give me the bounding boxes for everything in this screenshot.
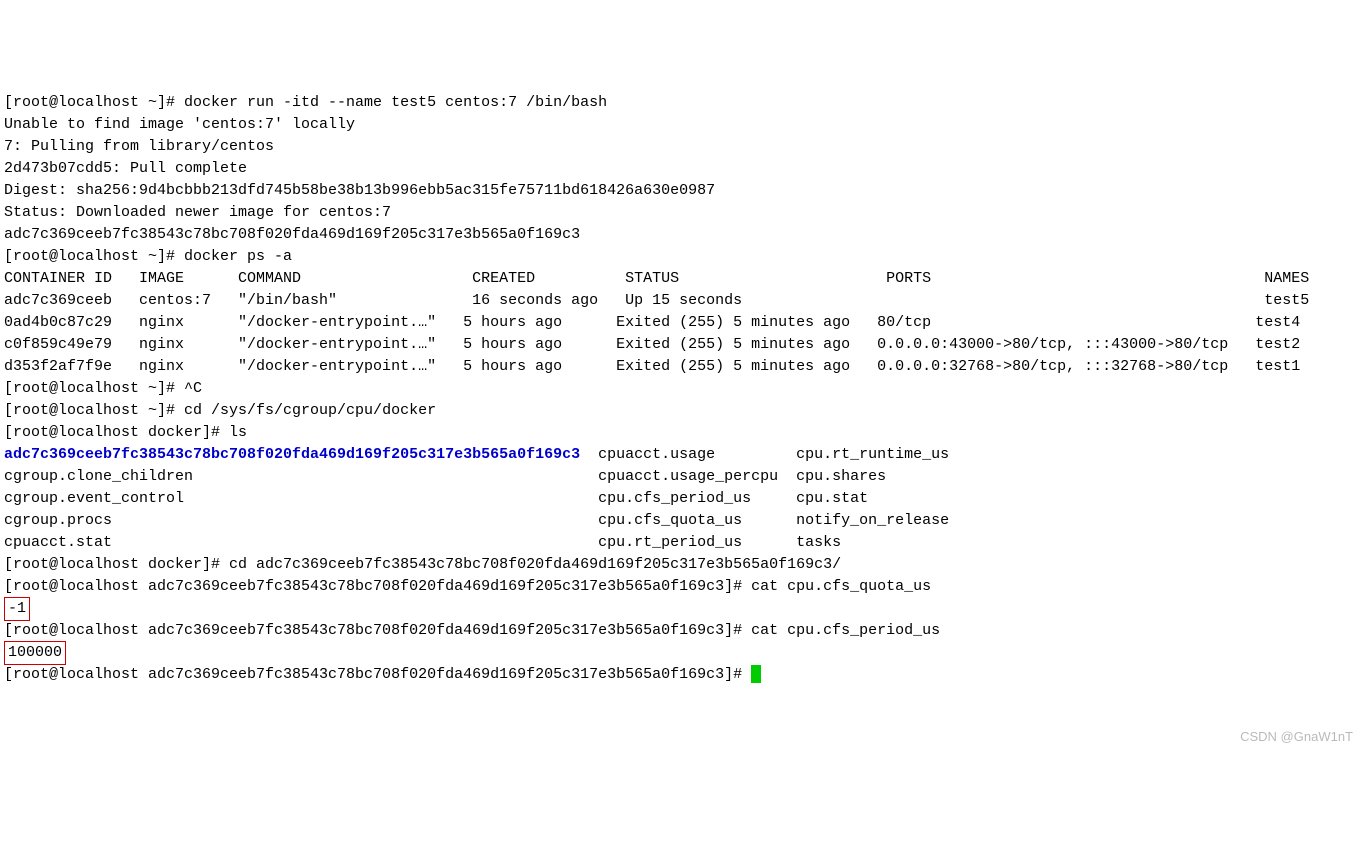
prompt: [root@localhost ~]#: [4, 380, 184, 397]
prompt: [root@localhost docker]#: [4, 556, 229, 573]
command: docker ps -a: [184, 248, 292, 265]
table-row: 0ad4b0c87c29 nginx "/docker-entrypoint.……: [4, 314, 1300, 331]
ls-directory: adc7c369ceeb7fc38543c78bc708f020fda469d1…: [4, 446, 580, 463]
ls-files: cpuacct.usage cpu.rt_runtime_us: [580, 446, 949, 463]
command: cd adc7c369ceeb7fc38543c78bc708f020fda46…: [229, 556, 841, 573]
output-line: Digest: sha256:9d4bcbbb213dfd745b58be38b…: [4, 182, 715, 199]
table-row: c0f859c49e79 nginx "/docker-entrypoint.……: [4, 336, 1300, 353]
prompt: [root@localhost ~]#: [4, 94, 184, 111]
table-row: d353f2af7f9e nginx "/docker-entrypoint.……: [4, 358, 1300, 375]
ls-row: cgroup.clone_children cpuacct.usage_perc…: [4, 468, 886, 485]
highlighted-output: 100000: [4, 641, 66, 665]
prompt: [root@localhost docker]#: [4, 424, 229, 441]
output-line: adc7c369ceeb7fc38543c78bc708f020fda469d1…: [4, 226, 580, 243]
cursor-icon: [751, 665, 761, 683]
highlighted-output: -1: [4, 597, 30, 621]
command: cd /sys/fs/cgroup/cpu/docker: [184, 402, 436, 419]
command: ^C: [184, 380, 202, 397]
ls-row: cgroup.procs cpu.cfs_quota_us notify_on_…: [4, 512, 949, 529]
watermark: CSDN @GnaW1nT: [1240, 726, 1353, 748]
output-line: 2d473b07cdd5: Pull complete: [4, 160, 247, 177]
command: ls: [229, 424, 247, 441]
terminal-output[interactable]: [root@localhost ~]# docker run -itd --na…: [4, 92, 1359, 686]
prompt: [root@localhost adc7c369ceeb7fc38543c78b…: [4, 622, 751, 639]
prompt: [root@localhost adc7c369ceeb7fc38543c78b…: [4, 666, 751, 683]
ls-row: cgroup.event_control cpu.cfs_period_us c…: [4, 490, 868, 507]
output-line: Status: Downloaded newer image for cento…: [4, 204, 391, 221]
output-line: Unable to find image 'centos:7' locally: [4, 116, 355, 133]
command: cat cpu.cfs_quota_us: [751, 578, 931, 595]
command: cat cpu.cfs_period_us: [751, 622, 940, 639]
table-row: adc7c369ceeb centos:7 "/bin/bash" 16 sec…: [4, 292, 1309, 309]
prompt: [root@localhost ~]#: [4, 402, 184, 419]
command: docker run -itd --name test5 centos:7 /b…: [184, 94, 607, 111]
output-line: 7: Pulling from library/centos: [4, 138, 274, 155]
prompt: [root@localhost adc7c369ceeb7fc38543c78b…: [4, 578, 751, 595]
table-header: CONTAINER ID IMAGE COMMAND CREATED STATU…: [4, 270, 1309, 287]
ls-row: cpuacct.stat cpu.rt_period_us tasks: [4, 534, 841, 551]
prompt: [root@localhost ~]#: [4, 248, 184, 265]
